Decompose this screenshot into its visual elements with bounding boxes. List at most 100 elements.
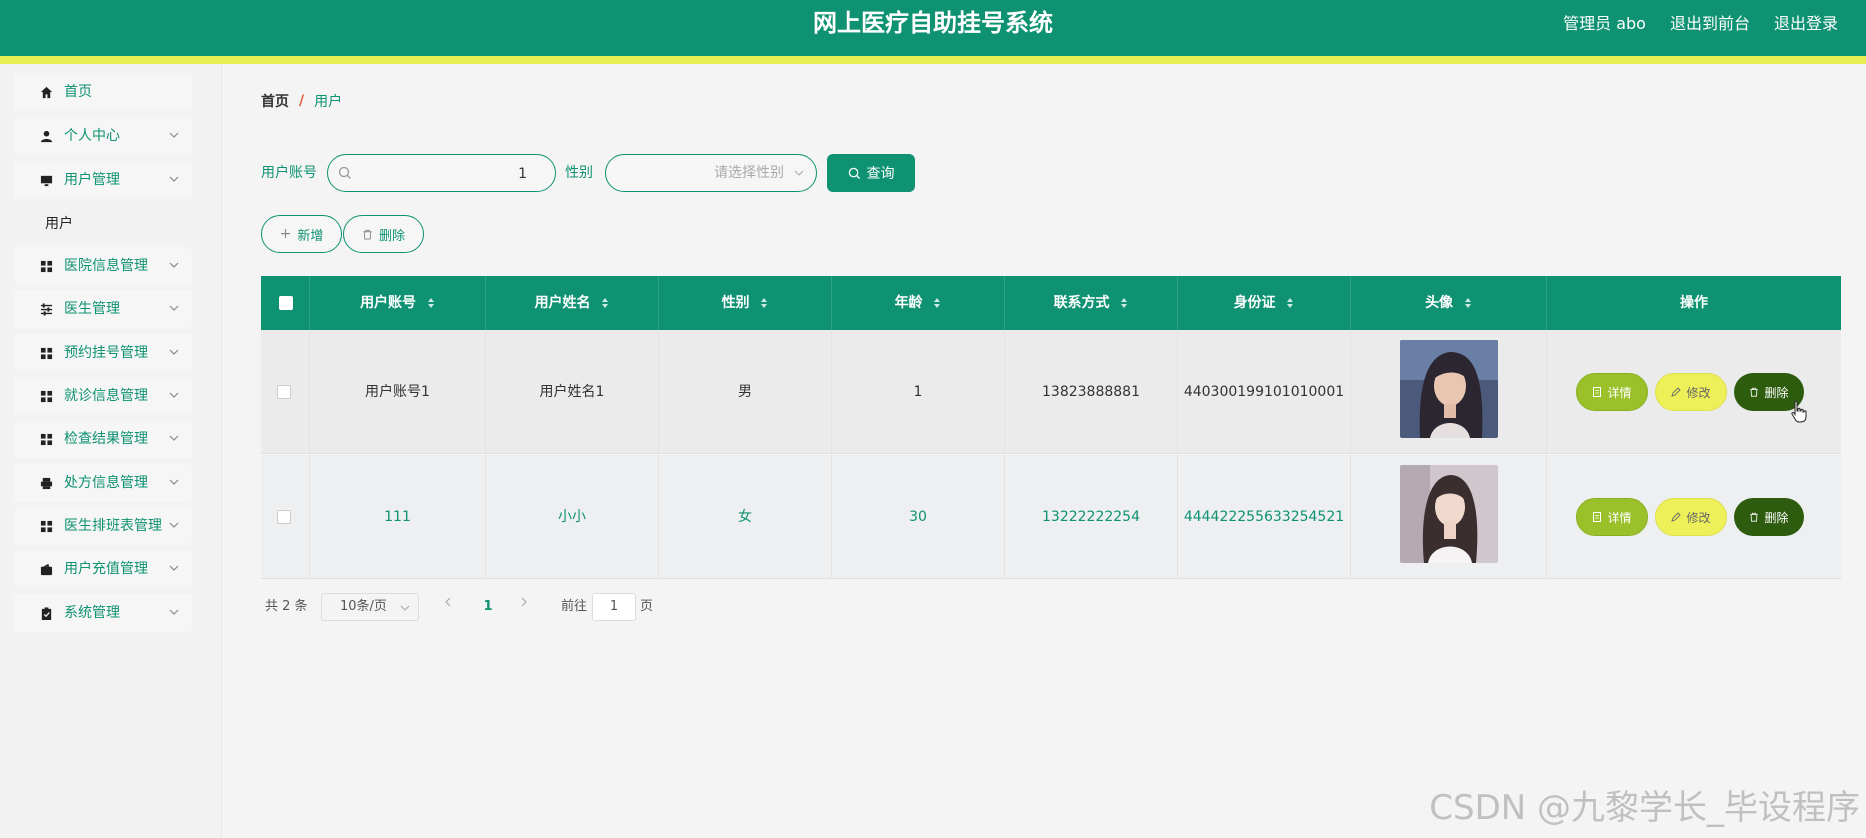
- sort-icon: [427, 298, 434, 308]
- cell-actions: 详情 修改 删除: [1547, 455, 1841, 579]
- chevron-down-icon: [794, 170, 804, 176]
- row-checkbox[interactable]: [277, 510, 291, 524]
- add-button[interactable]: + 新增: [261, 215, 342, 253]
- pencil-icon: [1671, 512, 1682, 522]
- sidebar-item-visit-info[interactable]: 就诊信息管理: [14, 377, 192, 415]
- header-label: 联系方式: [1053, 295, 1110, 311]
- detail-button[interactable]: 详情: [1576, 498, 1648, 536]
- clipboard-icon: [41, 607, 52, 620]
- account-search-field[interactable]: [327, 154, 556, 192]
- trash-icon: [363, 229, 372, 240]
- grid-icon: [40, 347, 53, 360]
- page-size-select[interactable]: 10条/页: [321, 593, 419, 621]
- sidebar-item-system[interactable]: 系统管理: [14, 594, 192, 632]
- chevron-down-icon: [169, 522, 179, 528]
- home-icon: [40, 86, 53, 99]
- delete-button-label: 删除: [1764, 510, 1789, 525]
- cell-name: 用户姓名1: [486, 330, 659, 454]
- page-number[interactable]: 1: [478, 593, 498, 621]
- next-page-button[interactable]: [514, 596, 534, 616]
- sidebar-item-exam-results[interactable]: 检查结果管理: [14, 420, 192, 458]
- search-icon: [338, 166, 351, 179]
- sidebar-item-user-management[interactable]: 用户管理: [14, 161, 192, 199]
- select-all-cell: [261, 276, 310, 330]
- sort-icon: [1121, 298, 1128, 308]
- sidebar-item-doctor-schedule[interactable]: 医生排班表管理: [14, 507, 192, 545]
- gender-select[interactable]: 请选择性别: [605, 154, 817, 192]
- document-icon: [1593, 387, 1602, 397]
- sort-icon: [1287, 298, 1294, 308]
- page-suffix: 页: [640, 599, 654, 614]
- query-button[interactable]: 查询: [827, 154, 915, 192]
- sidebar-item-home[interactable]: 首页: [14, 73, 192, 111]
- sort-icon: [761, 298, 768, 308]
- logout-link[interactable]: 退出登录: [1774, 10, 1838, 34]
- chevron-down-icon: [169, 435, 179, 441]
- printer-icon: [40, 477, 53, 490]
- chevron-down-icon: [169, 132, 179, 138]
- select-all-checkbox[interactable]: [279, 296, 293, 310]
- search-icon: [848, 167, 860, 179]
- cell-actions: 详情 修改 删除: [1547, 330, 1841, 454]
- breadcrumb-home[interactable]: 首页: [261, 91, 289, 111]
- edit-button-label: 修改: [1686, 385, 1711, 400]
- sidebar-item-label: 医生排班表管理: [64, 518, 162, 534]
- edit-button[interactable]: 修改: [1655, 498, 1727, 536]
- cell-age: 30: [832, 455, 1005, 579]
- header-avatar[interactable]: 头像: [1351, 276, 1547, 330]
- batch-delete-button-label: 删除: [378, 228, 405, 244]
- header-actions: 操作: [1547, 276, 1841, 330]
- batch-delete-button[interactable]: 删除: [343, 215, 424, 253]
- cell-avatar: [1351, 330, 1547, 454]
- sidebar-item-personal-center[interactable]: 个人中心: [14, 117, 192, 155]
- header-stripe: [0, 56, 1866, 64]
- avatar-image: [1400, 340, 1498, 438]
- header-name[interactable]: 用户姓名: [486, 276, 659, 330]
- header-label: 性别: [721, 295, 750, 311]
- chevron-down-icon: [169, 565, 179, 571]
- sidebar-item-hospital-info[interactable]: 医院信息管理: [14, 247, 192, 285]
- sort-icon: [1464, 298, 1471, 308]
- exit-to-front-link[interactable]: 退出到前台: [1670, 10, 1750, 34]
- sidebar-item-label: 就诊信息管理: [64, 388, 148, 404]
- delete-button[interactable]: 删除: [1734, 498, 1804, 536]
- chevron-down-icon: [169, 176, 179, 182]
- row-checkbox[interactable]: [277, 385, 291, 399]
- header-account[interactable]: 用户账号: [310, 276, 486, 330]
- header-age[interactable]: 年龄: [832, 276, 1005, 330]
- sidebar-item-recharge[interactable]: 用户充值管理: [14, 550, 192, 588]
- header-label: 操作: [1680, 295, 1708, 311]
- sidebar-subitem-user[interactable]: 用户: [14, 204, 192, 242]
- sidebar-item-prescription[interactable]: 处方信息管理: [14, 464, 192, 502]
- breadcrumb-current: 用户: [314, 94, 343, 110]
- header-id-card[interactable]: 身份证: [1178, 276, 1351, 330]
- grid-icon: [40, 520, 53, 533]
- header-gender[interactable]: 性别: [659, 276, 832, 330]
- header-label: 年龄: [894, 295, 923, 311]
- header-phone[interactable]: 联系方式: [1005, 276, 1178, 330]
- sidebar: 首页 个人中心 用户管理 用户 医院信息管理 医生管理 预约挂号管理 就诊信息管…: [0, 64, 222, 838]
- sidebar-item-appointment[interactable]: 预约挂号管理: [14, 334, 192, 372]
- cell-phone: 13823888881: [1005, 330, 1178, 454]
- total-count: 共 2 条: [265, 599, 308, 614]
- sidebar-item-doctor-management[interactable]: 医生管理: [14, 290, 192, 328]
- goto-page-input[interactable]: 1: [592, 593, 636, 621]
- chevron-down-icon: [169, 392, 179, 398]
- document-icon: [1593, 512, 1602, 522]
- sidebar-item-label: 检查结果管理: [64, 431, 148, 447]
- cell-id-card: 444422255633254521: [1178, 455, 1351, 579]
- account-search-input[interactable]: [357, 163, 527, 185]
- sidebar-item-label: 用户充值管理: [64, 561, 148, 577]
- table-header: 用户账号 用户姓名 性别 年龄 联系方式 身份证 头像 操作: [261, 276, 1841, 330]
- chevron-down-icon: [169, 609, 179, 615]
- edit-button[interactable]: 修改: [1655, 373, 1727, 411]
- goto-label: 前往: [561, 599, 588, 614]
- table-row: 用户账号1 用户姓名1 男 1 13823888881 440300199101…: [261, 330, 1841, 454]
- avatar-image: [1400, 465, 1498, 563]
- prev-page-button[interactable]: [438, 596, 458, 616]
- cell-avatar: [1351, 455, 1547, 579]
- detail-button[interactable]: 详情: [1576, 373, 1648, 411]
- cell-phone: 13222222254: [1005, 455, 1178, 579]
- header-label: 用户姓名: [534, 295, 591, 311]
- top-header: 网上医疗自助挂号系统 管理员 abo 退出到前台 退出登录: [0, 0, 1866, 56]
